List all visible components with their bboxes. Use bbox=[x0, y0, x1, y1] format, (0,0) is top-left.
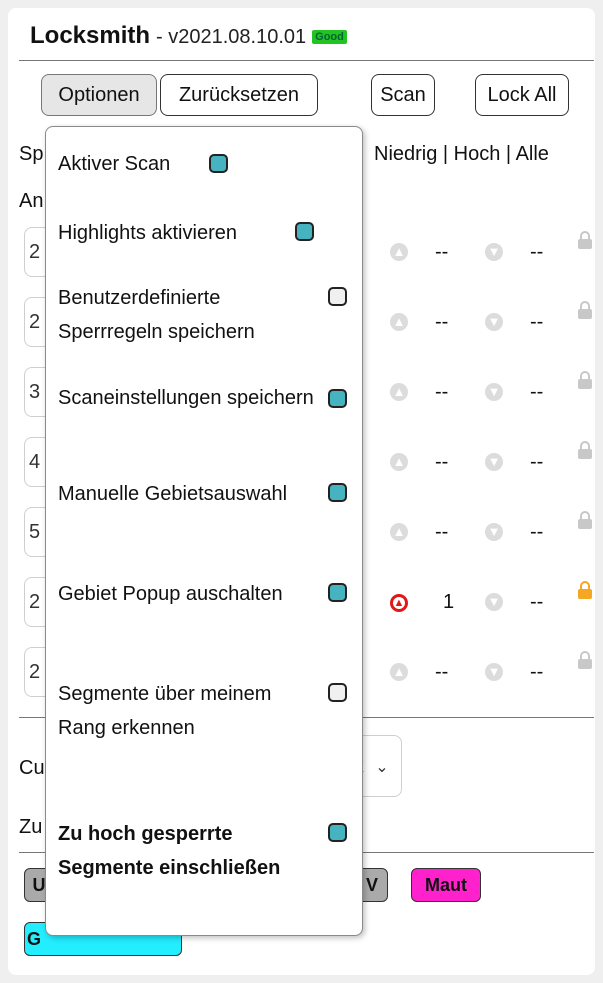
lock-icon[interactable] bbox=[578, 651, 592, 671]
option-checkbox[interactable] bbox=[328, 483, 347, 502]
table-row: ▲ -- ▼ -- bbox=[385, 231, 595, 267]
lock-up-icon[interactable]: ▲ bbox=[390, 523, 408, 541]
lock-up-icon[interactable]: ▲ bbox=[390, 383, 408, 401]
low-count: -- bbox=[435, 521, 449, 543]
option-label: Benutzerdefinierte Sperrregeln speichern bbox=[58, 287, 255, 343]
option-checkbox[interactable] bbox=[295, 222, 314, 241]
table-row: ▲ -- ▼ -- bbox=[385, 651, 595, 687]
chevron-down-icon: ⌄ bbox=[375, 759, 389, 776]
lock-down-icon[interactable]: ▼ bbox=[485, 593, 503, 611]
app-name: Locksmith bbox=[30, 22, 151, 49]
lock-icon[interactable] bbox=[578, 511, 592, 531]
low-count: -- bbox=[435, 311, 449, 333]
option-label: Segmente über meinem Rang erkennen bbox=[58, 683, 272, 739]
high-count: -- bbox=[530, 521, 544, 543]
lock-up-icon[interactable]: ▲ bbox=[390, 313, 408, 331]
lock-icon[interactable] bbox=[578, 581, 592, 601]
option-label: Zu hoch gesperrte Segmente einschließen bbox=[58, 823, 281, 879]
reset-button[interactable]: Zurücksetzen bbox=[160, 74, 318, 116]
option-label: Manuelle Gebietsauswahl bbox=[58, 483, 288, 505]
lock-icon[interactable] bbox=[578, 371, 592, 391]
low-count: -- bbox=[435, 451, 449, 473]
low-count: -- bbox=[435, 661, 449, 683]
low-count: 1 bbox=[443, 591, 455, 613]
options-button[interactable]: Optionen bbox=[41, 74, 157, 116]
status-badge: Good bbox=[312, 30, 347, 44]
table-row: ▲ 1 ▼ -- bbox=[385, 581, 595, 617]
option-checkbox[interactable] bbox=[209, 154, 228, 173]
lock-down-icon[interactable]: ▼ bbox=[485, 523, 503, 541]
option-checkbox[interactable] bbox=[328, 389, 347, 408]
high-count: -- bbox=[530, 311, 544, 333]
high-count: -- bbox=[530, 451, 544, 473]
option-checkbox[interactable] bbox=[328, 823, 347, 842]
title-row: Locksmith - v2021.08.10.01 Good bbox=[30, 22, 347, 56]
options-dropdown: Aktiver Scan Highlights aktivieren Benutze… bbox=[45, 126, 363, 936]
road-chip-maut[interactable]: Maut bbox=[411, 868, 481, 902]
lock-icon[interactable] bbox=[578, 301, 592, 321]
lock-down-icon[interactable]: ▼ bbox=[485, 313, 503, 331]
option-checkbox[interactable] bbox=[328, 583, 347, 602]
lock-down-icon[interactable]: ▼ bbox=[485, 383, 503, 401]
version-label: - v2021.08.10.01 bbox=[156, 26, 307, 48]
scan-button[interactable]: Scan bbox=[371, 74, 435, 116]
divider bbox=[19, 60, 594, 61]
section-label-zu: Zu bbox=[19, 816, 43, 838]
option-label: Gebiet Popup auschalten bbox=[58, 583, 283, 605]
option-checkbox[interactable] bbox=[328, 683, 347, 702]
option-label: Highlights aktivieren bbox=[58, 222, 237, 244]
table-row: ▲ -- ▼ -- bbox=[385, 371, 595, 407]
low-count: -- bbox=[435, 241, 449, 263]
lock-down-icon[interactable]: ▼ bbox=[485, 663, 503, 681]
option-checkbox[interactable] bbox=[328, 287, 347, 306]
lock-up-icon[interactable]: ▲ bbox=[390, 453, 408, 471]
high-count: -- bbox=[530, 381, 544, 403]
lock-all-button[interactable]: Lock All bbox=[475, 74, 569, 116]
option-label: Scaneinstellungen speichern bbox=[58, 387, 314, 409]
high-count: -- bbox=[530, 661, 544, 683]
lock-icon[interactable] bbox=[578, 231, 592, 251]
lock-down-icon[interactable]: ▼ bbox=[485, 243, 503, 261]
high-count: -- bbox=[530, 591, 544, 613]
high-count: -- bbox=[530, 241, 544, 263]
option-label: Aktiver Scan bbox=[58, 153, 171, 175]
section-label-an: An bbox=[19, 190, 44, 212]
columns-header: Niedrig | Hoch | Alle bbox=[374, 143, 549, 165]
lock-up-icon[interactable]: ▲ bbox=[390, 243, 408, 261]
table-row: ▲ -- ▼ -- bbox=[385, 511, 595, 547]
lock-down-icon[interactable]: ▼ bbox=[485, 453, 503, 471]
table-row: ▲ -- ▼ -- bbox=[385, 301, 595, 337]
low-count: -- bbox=[435, 381, 449, 403]
section-label-sp: Sp bbox=[19, 143, 44, 165]
lock-up-icon[interactable]: ▲ bbox=[390, 663, 408, 681]
lock-up-icon[interactable]: ▲ bbox=[390, 594, 408, 612]
table-row: ▲ -- ▼ -- bbox=[385, 441, 595, 477]
section-label-cu: Cu bbox=[19, 757, 45, 779]
lock-icon[interactable] bbox=[578, 441, 592, 461]
